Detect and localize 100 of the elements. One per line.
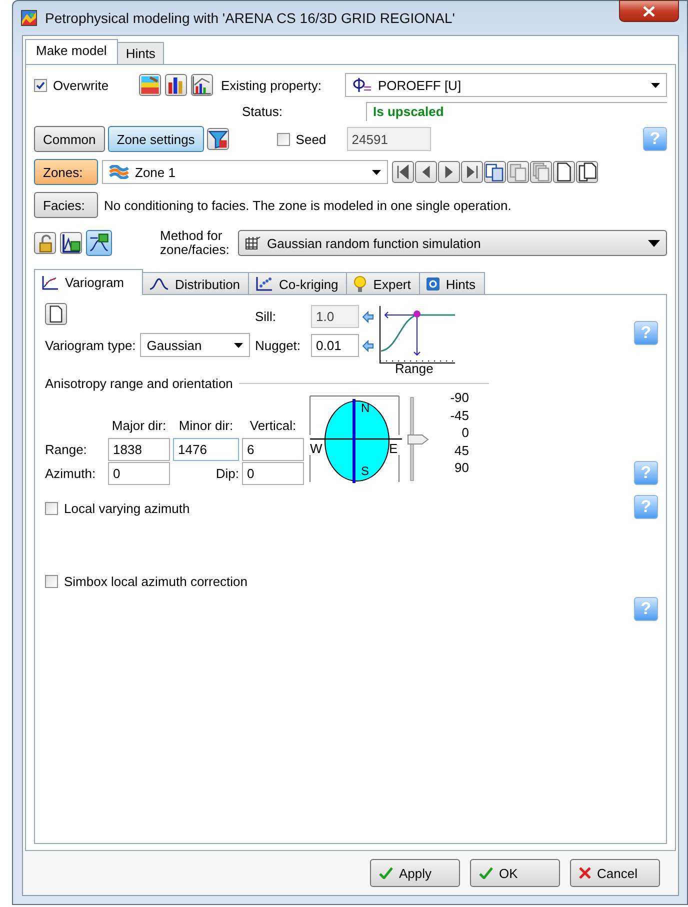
cross-icon: [579, 867, 591, 879]
scatter-chart-icon: [41, 274, 59, 290]
document-icon: [47, 305, 65, 323]
previous-button[interactable]: [415, 161, 437, 183]
last-button[interactable]: [461, 161, 483, 183]
zone-dropdown[interactable]: Zone 1: [102, 160, 388, 184]
property-dropdown[interactable]: POROEFF [U]: [345, 73, 667, 97]
dip-field[interactable]: 0: [242, 462, 304, 484]
tab[interactable]: Expert: [346, 272, 420, 295]
stack-icon: [531, 162, 551, 182]
checkbox-label: Local varying azimuth: [64, 501, 190, 516]
slider-tick-label: 45: [454, 442, 469, 459]
variogram-type-dropdown[interactable]: Gaussian: [140, 333, 250, 357]
caret-icon: [234, 342, 243, 348]
zones-button[interactable]: Zones:: [34, 159, 98, 185]
facies-button[interactable]: Facies:: [34, 192, 98, 218]
caret-icon: [648, 240, 660, 246]
azimuth-field[interactable]: 0: [108, 462, 170, 484]
distribution-button[interactable]: [86, 230, 112, 256]
tab[interactable]: Distribution: [142, 272, 250, 295]
document-button[interactable]: [553, 161, 575, 183]
next-button[interactable]: [438, 161, 460, 183]
copy-button[interactable]: [484, 161, 506, 183]
arrow-icon: [362, 340, 374, 352]
dialog-button[interactable]: Apply: [370, 859, 460, 887]
dialog-button[interactable]: OK: [470, 859, 560, 887]
checkbox[interactable]: [45, 575, 58, 588]
checkbox-label: Seed: [296, 132, 326, 146]
lightbulb-icon: [353, 276, 368, 292]
filter-button[interactable]: [206, 128, 229, 150]
field-label: Variogram type:: [45, 338, 136, 352]
field-label: Azimuth:: [45, 466, 97, 480]
slider-tick-label: 0: [462, 424, 469, 442]
copy-icon: [485, 162, 505, 182]
tab[interactable]: Co-kriging: [248, 272, 348, 295]
document-icon: [554, 162, 574, 182]
slider-thumb[interactable]: [407, 434, 429, 445]
mode-button[interactable]: Zone settings: [108, 126, 204, 152]
slider-tick-label: 90: [454, 459, 469, 476]
compass-label: N: [361, 401, 370, 415]
checkbox[interactable]: [45, 502, 58, 515]
method-label: Method for zone/facies:: [160, 229, 230, 257]
range-field[interactable]: 1838: [108, 438, 170, 460]
field-label: Status:: [242, 104, 284, 118]
paste-icon: [508, 162, 528, 182]
bar-chart-button[interactable]: [165, 74, 187, 96]
value-field[interactable]: 0.01: [311, 334, 359, 357]
range-slider[interactable]: [407, 395, 429, 483]
chart-button[interactable]: [191, 74, 213, 96]
close-icon: [643, 6, 655, 16]
facies-message: No conditioning to facies. The zone is modeled in one single operation.: [104, 198, 512, 212]
tab[interactable]: Make model: [25, 39, 118, 64]
compass-label: W: [310, 441, 322, 456]
range-field[interactable]: 1476: [173, 438, 239, 460]
mode-button[interactable]: Common: [34, 126, 105, 152]
slider-tick-label: -45: [450, 406, 469, 424]
field-label: Sill:: [255, 309, 277, 324]
field-label: Range:: [45, 442, 88, 456]
tab[interactable]: Hints: [418, 272, 484, 295]
tab[interactable]: Hints: [116, 42, 164, 64]
app-icon: [21, 10, 37, 26]
checkmark-icon: [479, 867, 493, 879]
column-label: Minor dir:: [178, 418, 234, 432]
first-button[interactable]: [392, 161, 414, 183]
tab[interactable]: Variogram: [34, 269, 144, 295]
compass-label: E: [389, 441, 398, 456]
close-button[interactable]: [619, 0, 679, 22]
field-label: Dip:: [214, 466, 239, 480]
caret-icon: [372, 170, 381, 174]
checkbox[interactable]: [34, 78, 47, 92]
documents-icon: [577, 162, 597, 182]
window-title: Petrophysical modeling with 'ARENA CS 16/3D GRID REGIONAL': [45, 10, 455, 26]
column-label: Major dir:: [110, 418, 168, 432]
paste-button[interactable]: [507, 161, 529, 183]
range-field[interactable]: 6: [242, 438, 304, 460]
document-button[interactable]: [45, 303, 67, 325]
filter-icon: [208, 129, 228, 149]
status-field: Is upscaled: [366, 102, 667, 120]
method-dropdown[interactable]: Gaussian random function simulation: [238, 230, 667, 256]
grid-icon: [245, 236, 261, 250]
bell-curve-icon: [149, 278, 170, 290]
compass-label: S: [361, 464, 370, 478]
property-icon: [352, 77, 372, 93]
column-label: Vertical:: [248, 418, 298, 432]
chart-icon: [192, 75, 212, 95]
zone-icon: [109, 165, 129, 179]
checkbox-label: Overwrite: [53, 78, 109, 92]
caret-icon: [651, 82, 660, 88]
checkbox-label: Simbox local azimuth correction: [64, 574, 248, 589]
field-label: Existing property:: [221, 78, 322, 92]
field-label: Nugget:: [255, 338, 302, 353]
stack-button[interactable]: [530, 161, 552, 183]
lock-button[interactable]: [34, 232, 56, 254]
group-title: Anisotropy range and orientation: [45, 376, 233, 390]
slider-tick-label: -90: [450, 389, 469, 406]
scatter-plot-icon: [255, 276, 274, 292]
arrow-icon: [362, 310, 374, 322]
range-title: Range: [395, 360, 434, 376]
documents-button[interactable]: [576, 161, 598, 183]
dialog-button[interactable]: Cancel: [570, 859, 660, 887]
